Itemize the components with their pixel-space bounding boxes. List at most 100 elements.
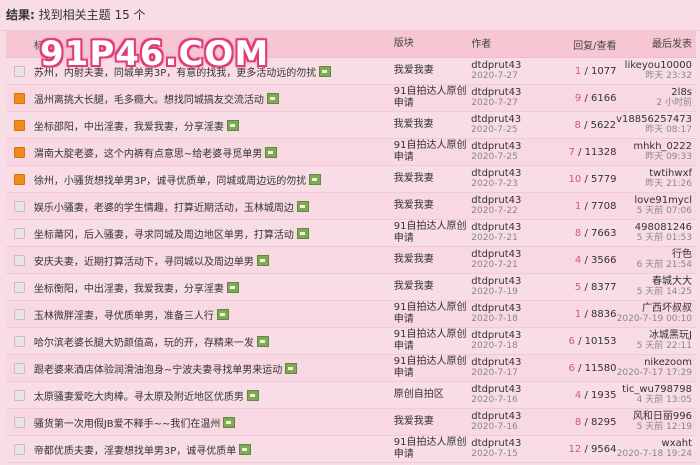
- last-post-time[interactable]: 昨天 21:26: [616, 179, 692, 190]
- author-link[interactable]: dtdprut43: [471, 222, 557, 233]
- last-poster-link[interactable]: likeyou10000: [616, 60, 692, 71]
- view-count: 7708: [591, 200, 617, 212]
- post-date: 2020-7-27: [471, 71, 518, 81]
- view-count: 9564: [591, 443, 617, 455]
- author-link[interactable]: dtdprut43: [471, 141, 557, 152]
- thread-folder-icon: [14, 308, 26, 320]
- author-link[interactable]: dtdprut43: [471, 87, 557, 98]
- thread-title-link[interactable]: 玉林微胖淫妻，寻优质单男，准备三人行: [34, 307, 214, 322]
- author-link[interactable]: dtdprut43: [471, 384, 557, 395]
- last-post-time[interactable]: 2 小时前: [616, 98, 692, 109]
- thread-title-link[interactable]: 骚货第一次用假JB爱不释手~~我们在温州: [34, 415, 221, 430]
- thread-title-link[interactable]: 哈尔滨老婆长腿大奶颜值高，玩的开，存精来一发: [34, 334, 254, 349]
- thread-forum-link[interactable]: 我爱我妻: [394, 200, 472, 212]
- author-link[interactable]: dtdprut43: [471, 168, 557, 179]
- thread-title-link[interactable]: 跟老婆来酒店体验润滑油泡身~宁波夫妻寻找单男来运动: [34, 361, 282, 376]
- thread-title-link[interactable]: 渭南大腚老婆，这个内裤有点意思~给老婆寻觅单男: [34, 145, 262, 160]
- post-date: 2020-7-21: [471, 260, 518, 270]
- thread-forum-link[interactable]: 我爱我妻: [394, 65, 472, 77]
- author-link[interactable]: dtdprut43: [471, 411, 557, 422]
- view-count: 1935: [591, 389, 617, 401]
- thread-title-link[interactable]: 坐标衡阳，中出淫妻，我爱我妻，分享淫妻: [34, 280, 224, 295]
- last-poster-link[interactable]: v18856257473: [616, 114, 692, 125]
- author-link[interactable]: dtdprut43: [471, 60, 557, 71]
- last-post-time[interactable]: 4 天前 13:05: [616, 395, 692, 406]
- table-row: 娱乐小骚妻，老婆的学生情趣，打算近期活动，玉林城周边 我爱我妻 dtdprut4…: [6, 193, 696, 220]
- last-poster-link[interactable]: 冰城黑玩J: [616, 330, 692, 341]
- author-link[interactable]: dtdprut43: [471, 357, 557, 368]
- image-attachment-icon: [266, 92, 279, 104]
- last-poster-link[interactable]: love91mycl: [616, 195, 692, 206]
- last-poster-link[interactable]: twtihwxf: [616, 168, 692, 179]
- thread-title-link[interactable]: 太原骚妻爱吃大肉棒。寻太原及附近地区优质男: [34, 388, 244, 403]
- author-link[interactable]: dtdprut43: [471, 330, 557, 341]
- post-date: 2020-7-16: [471, 395, 518, 405]
- image-attachment-icon: [226, 281, 239, 293]
- thread-forum-link[interactable]: 91自拍达人原创申请: [394, 221, 472, 245]
- last-post-time[interactable]: 5 天前 07:06: [616, 206, 692, 217]
- last-post-time[interactable]: 2020-7-18 19:24: [616, 449, 692, 460]
- image-attachment-icon: [239, 443, 252, 455]
- last-post-time[interactable]: 昨天 08:17: [616, 125, 692, 136]
- last-post-time[interactable]: 5 天前 14:25: [616, 287, 692, 298]
- image-attachment-icon: [309, 173, 322, 185]
- last-poster-link[interactable]: 风和日丽996: [616, 411, 692, 422]
- last-post-time[interactable]: 5 天前 12:19: [616, 422, 692, 433]
- last-poster-link[interactable]: 2l8s: [616, 87, 692, 98]
- thread-forum-link[interactable]: 我爱我妻: [394, 173, 472, 185]
- post-date: 2020-7-17: [471, 368, 518, 378]
- thread-forum-link[interactable]: 91自拍达人原创申请: [394, 302, 472, 326]
- author-link[interactable]: dtdprut43: [471, 276, 557, 287]
- last-poster-link[interactable]: tic_wu798798: [616, 384, 692, 395]
- thread-folder-icon: [14, 281, 26, 293]
- last-poster-link[interactable]: 498081246: [616, 222, 692, 233]
- thread-forum-link[interactable]: 我爱我妻: [394, 281, 472, 293]
- thread-forum-link[interactable]: 我爱我妻: [394, 119, 472, 131]
- view-count: 3566: [591, 254, 617, 266]
- last-poster-link[interactable]: mhkh_0222: [616, 141, 692, 152]
- author-link[interactable]: dtdprut43: [471, 195, 557, 206]
- last-poster-link[interactable]: 广西坏叔叔: [616, 303, 692, 314]
- post-date: 2020-7-27: [471, 98, 518, 108]
- thread-title-link[interactable]: 安庆夫妻，近期打算活动下，寻同城以及周边单男: [34, 253, 254, 268]
- reply-count: 1: [574, 308, 582, 320]
- thread-title-link[interactable]: 娱乐小骚妻，老婆的学生情趣，打算近期活动，玉林城周边: [34, 199, 294, 214]
- last-post-time[interactable]: 5 天前 22:11: [616, 341, 692, 352]
- last-poster-link[interactable]: 行色: [616, 249, 692, 260]
- post-date: 2020-7-16: [471, 422, 518, 432]
- thread-forum-link[interactable]: 原创自拍区: [394, 389, 472, 401]
- thread-title-link[interactable]: 坐标邵阳，中出淫妻，我爱我妻，分享淫妻: [34, 118, 224, 133]
- table-row: 安庆夫妻，近期打算活动下，寻同城以及周边单男 我爱我妻 dtdprut43 20…: [6, 247, 696, 274]
- last-post-time[interactable]: 昨天 23:32: [616, 71, 692, 82]
- table-row: 骚货第一次用假JB爱不释手~~我们在温州 我爱我妻 dtdprut43 2020…: [6, 409, 696, 436]
- thread-title-link[interactable]: 帝都优质夫妻，淫妻想找单男3P，诚寻优质单: [34, 442, 236, 457]
- thread-title-link[interactable]: 坐标莆冈，后入骚妻，寻求同城及周边地区单男，打算活动: [34, 226, 294, 241]
- thread-forum-link[interactable]: 91自拍达人原创申请: [394, 86, 472, 110]
- last-post-time[interactable]: 5 天前 01:53: [616, 233, 692, 244]
- reply-count: 12: [568, 443, 582, 455]
- last-post-time[interactable]: 昨天 09:33: [616, 152, 692, 163]
- author-link[interactable]: dtdprut43: [471, 249, 557, 260]
- author-link[interactable]: dtdprut43: [471, 438, 557, 449]
- post-date: 2020-7-25: [471, 125, 518, 135]
- thread-forum-link[interactable]: 91自拍达人原创申请: [394, 140, 472, 164]
- last-post-time[interactable]: 6 天前 21:54: [616, 260, 692, 271]
- author-link[interactable]: dtdprut43: [471, 114, 556, 125]
- thread-forum-link[interactable]: 91自拍达人原创申请: [394, 437, 472, 461]
- last-poster-link[interactable]: 春城大大: [616, 276, 692, 287]
- thread-forum-link[interactable]: 我爱我妻: [394, 254, 472, 266]
- last-post-time[interactable]: 2020-7-17 17:29: [616, 368, 692, 379]
- thread-forum-link[interactable]: 91自拍达人原创申请: [394, 329, 472, 353]
- thread-folder-icon: [14, 443, 26, 455]
- image-attachment-icon: [319, 65, 332, 77]
- thread-title-link[interactable]: 温州离挑大长腿，毛多瘾大。想找同城搞友交流活动: [34, 91, 264, 106]
- last-post-time[interactable]: 2020-7-19 00:10: [616, 314, 692, 325]
- last-poster-link[interactable]: wxaht: [616, 438, 692, 449]
- thread-folder-icon: [14, 65, 26, 77]
- thread-title-link[interactable]: 徐州，小骚货想找单男3P，诚寻优质单，同城或周边远的勿扰: [34, 172, 306, 187]
- result-text: 找到相关主题 15 个: [38, 8, 146, 22]
- thread-forum-link[interactable]: 我爱我妻: [394, 416, 472, 428]
- author-link[interactable]: dtdprut43: [471, 303, 557, 314]
- thread-forum-link[interactable]: 91自拍达人原创申请: [394, 356, 472, 380]
- last-poster-link[interactable]: nikezoom: [616, 357, 692, 368]
